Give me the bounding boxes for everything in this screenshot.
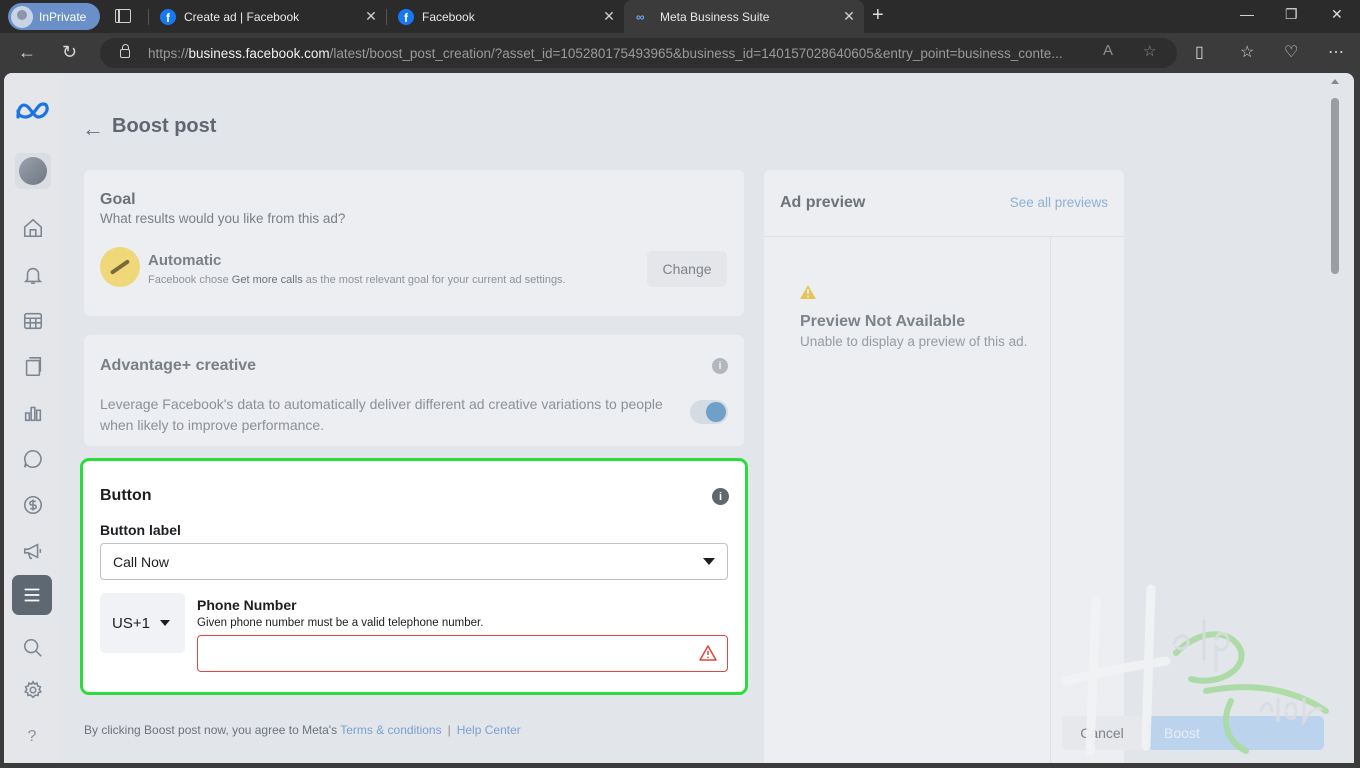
account-avatar[interactable] [15,153,51,189]
goal-option: Automatic [148,252,222,269]
phone-number-hint: Given phone number must be a valid telep… [197,617,484,629]
see-all-previews-link[interactable]: See all previews [1010,195,1108,210]
advantage-heading: Advantage+ creative [100,357,257,374]
advantage-toggle[interactable] [690,400,728,424]
pages-icon[interactable] [21,355,45,379]
close-tab-icon[interactable]: ✕ [594,8,624,25]
minimize-icon[interactable]: — [1240,6,1254,22]
terms-link[interactable]: Terms & conditions [340,723,441,737]
meta-logo-icon[interactable] [14,97,52,125]
back-icon[interactable]: ← [18,42,36,63]
close-window-icon[interactable]: ✕ [1331,6,1343,23]
selected-button-label: Call Now [113,553,170,570]
megaphone-icon[interactable] [21,539,45,563]
home-icon[interactable] [21,216,45,240]
gear-icon[interactable] [21,678,45,702]
button-label-heading: Button label [100,522,181,538]
window-bottom-edge [0,763,1360,768]
phone-number-input[interactable] [197,635,728,672]
close-tab-icon[interactable]: ✕ [834,8,864,25]
help-icon[interactable]: ? [18,723,46,751]
button-card: Button i Button label Call Now US+1 Phon… [80,458,748,695]
ad-preview-heading: Ad preview [780,194,866,211]
chat-icon[interactable] [21,447,45,471]
scroll-up-icon[interactable] [1331,79,1339,84]
ad-preview-card: Ad preview See all previews Preview Not … [764,170,1124,763]
search-icon[interactable] [21,636,45,660]
bell-icon[interactable] [21,263,45,287]
meta-icon: ∞ [636,9,645,24]
warning-icon [699,645,717,661]
advantage-description: Leverage Facebook's data to automaticall… [100,396,663,433]
chart-icon[interactable] [21,401,45,425]
scrollbar-thumb[interactable] [1331,98,1339,274]
footer-disclaimer: By clicking Boost post now, you agree to… [84,723,521,737]
preview-not-available-title: Preview Not Available [800,313,966,330]
preview-not-available-text: Unable to display a preview of this ad. [800,334,1028,349]
browser-toolbar: ← ↻ https://business.facebook.com/latest… [0,33,1360,73]
refresh-icon[interactable]: ↻ [62,42,77,63]
goal-card: Goal What results would you like from th… [84,170,744,316]
tab-actions-icon[interactable] [115,9,131,23]
favorites-icon[interactable]: ☆ [1240,42,1254,62]
dollar-icon[interactable] [21,493,45,517]
magic-wand-icon [100,247,140,287]
split-screen-icon[interactable]: ▯ [1195,42,1204,62]
button-heading: Button [100,487,152,504]
url-host: business.facebook.com [188,45,330,61]
read-aloud-icon[interactable]: A [1103,42,1113,59]
lock-icon[interactable] [120,43,130,58]
tab-facebook[interactable]: f Facebook ✕ [386,0,624,33]
browser-tab-bar: InPrivate f Create ad | Facebook ✕ f Fac… [0,0,1360,33]
goal-description: Facebook chose Get more calls as the mos… [148,274,566,286]
page-title: Boost post [112,115,217,137]
menu-icon[interactable] [12,575,52,615]
restore-icon[interactable]: ❐ [1285,6,1298,23]
facebook-icon: f [160,8,176,25]
favorite-star-icon[interactable]: ☆ [1143,42,1156,60]
scrollbar[interactable] [1329,73,1341,763]
advantage-creative-card: Advantage+ creative i Leverage Facebook'… [84,335,744,446]
boost-button[interactable]: Boost [1148,716,1324,750]
back-arrow-icon[interactable]: ← [82,116,104,142]
browser-essentials-icon[interactable]: ♡ [1284,42,1298,62]
inprivate-label: InPrivate [39,9,87,24]
facebook-icon: f [398,8,414,25]
page-viewport: ? ← Boost post Goal What results would y… [4,73,1354,763]
address-bar[interactable]: https://business.facebook.com/latest/boo… [100,38,1177,68]
table-icon[interactable] [21,309,45,333]
tab-create-ad[interactable]: f Create ad | Facebook ✕ [148,0,386,33]
change-goal-button[interactable]: Change [647,251,727,287]
url-path: /latest/boost_post_creation/?asset_id=10… [329,45,1063,61]
phone-number-heading: Phone Number [197,597,297,613]
button-label-select[interactable]: Call Now [100,543,728,580]
goal-question: What results would you like from this ad… [100,211,346,226]
left-navigation-rail: ? [4,73,62,763]
tab-title: Meta Business Suite [660,9,770,24]
url-prefix: https:// [148,45,189,61]
help-center-link[interactable]: Help Center [457,723,521,737]
tab-title: Create ad | Facebook [184,9,300,24]
warning-icon [800,285,816,299]
tab-title: Facebook [422,9,475,24]
profile-avatar-icon [11,5,33,28]
goal-heading: Goal [100,191,136,208]
info-icon[interactable]: i [712,488,729,505]
inprivate-badge[interactable]: InPrivate [8,3,100,30]
cancel-button[interactable]: Cancel [1062,716,1142,750]
more-options-icon[interactable]: ⋯ [1328,42,1344,62]
chevron-down-icon [703,558,715,565]
close-tab-icon[interactable]: ✕ [356,8,386,25]
country-code-value: US+1 [112,614,150,632]
country-code-select[interactable]: US+1 [100,593,185,653]
info-icon[interactable]: i [712,358,728,374]
chevron-down-icon [159,620,170,626]
new-tab-button[interactable]: + [872,4,884,27]
tab-meta-business-suite[interactable]: ∞ Meta Business Suite ✕ [624,0,864,33]
